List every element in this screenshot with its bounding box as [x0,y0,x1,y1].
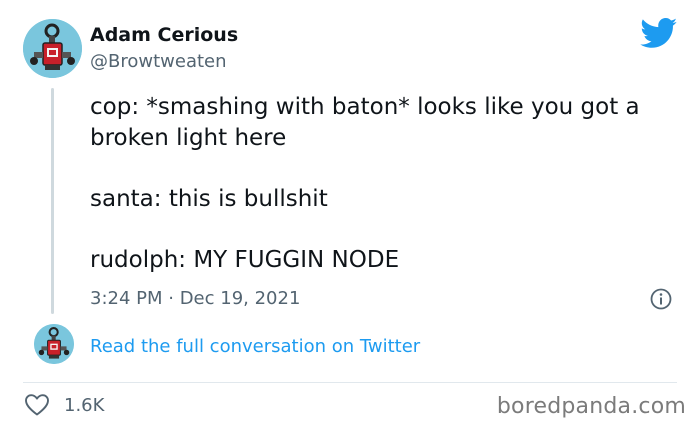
tweet-line: santa: this is bullshit [90,186,328,212]
like-count: 1.6K [64,395,105,416]
tweet-line: cop: *smashing with baton* looks like yo… [90,94,640,151]
author-avatar-small[interactable] [34,324,74,364]
tweet-timestamp[interactable]: 3:24 PM · Dec 19, 2021 [90,288,300,309]
robot-avatar-icon [23,19,82,78]
author-avatar[interactable] [23,19,82,78]
thread-line [51,88,54,314]
heart-icon[interactable] [24,393,50,417]
info-icon[interactable] [650,288,672,310]
author-handle[interactable]: @Browtweaten [90,51,227,72]
tweet-text: cop: *smashing with baton* looks like yo… [90,92,690,276]
tweet-line: rudolph: MY FUGGIN NODE [90,247,400,273]
divider [23,382,677,383]
watermark: boredpanda.com [496,394,686,419]
read-conversation-link[interactable]: Read the full conversation on Twitter [90,336,420,357]
author-name[interactable]: Adam Cerious [90,24,238,46]
twitter-bird-icon[interactable] [640,18,678,49]
robot-avatar-icon [34,324,74,364]
